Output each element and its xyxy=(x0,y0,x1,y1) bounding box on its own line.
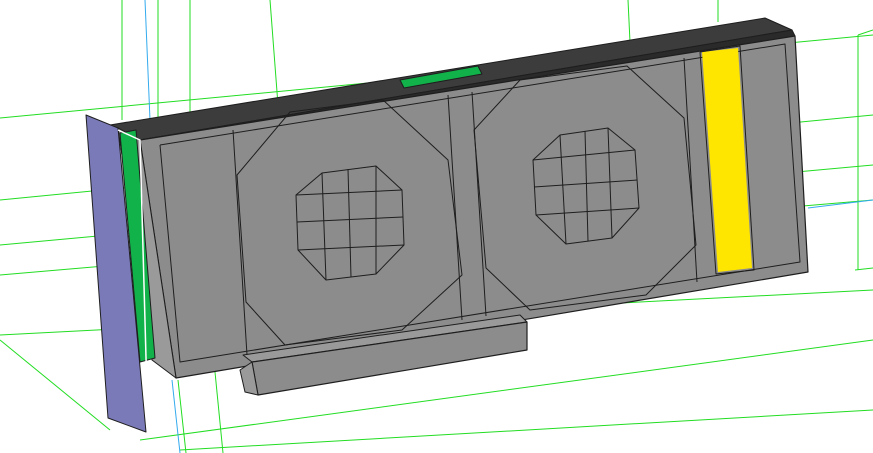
grid-line xyxy=(179,409,873,451)
axis-line xyxy=(807,199,873,209)
grid-line xyxy=(269,0,279,106)
grid-line xyxy=(214,371,224,453)
grid-line xyxy=(857,29,873,36)
viewport-canvas[interactable] xyxy=(0,0,873,453)
grid-line xyxy=(0,339,111,431)
graphics-card-model[interactable] xyxy=(85,17,809,433)
axis-line xyxy=(144,0,151,121)
grid-line xyxy=(627,0,631,43)
cad-3d-viewport[interactable] xyxy=(0,0,873,453)
